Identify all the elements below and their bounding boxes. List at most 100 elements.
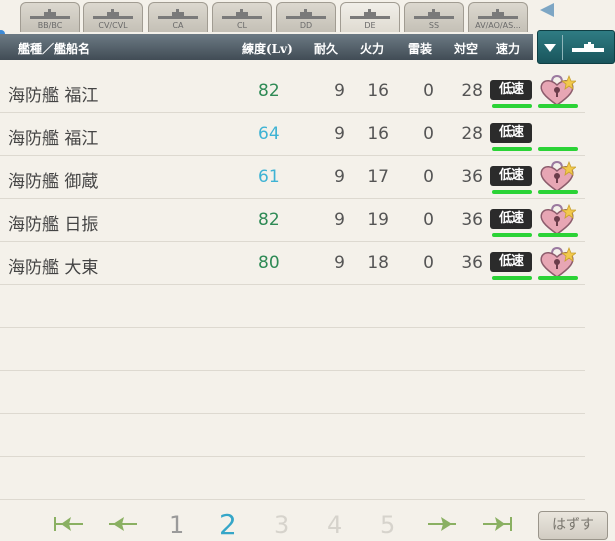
carrier-icon (93, 9, 133, 19)
heart-lock-icon[interactable] (538, 203, 578, 236)
status-bar (492, 147, 532, 151)
last-page-icon[interactable] (480, 513, 514, 535)
status-bar (492, 104, 532, 108)
status-bar (538, 104, 578, 108)
ship-firepower: 19 (367, 210, 389, 230)
tab-dd[interactable]: DD (276, 2, 336, 32)
ship-torpedo: 0 (423, 253, 434, 273)
ship-torpedo: 0 (423, 124, 434, 144)
tab-ss[interactable]: SS (404, 2, 464, 32)
light-cruiser-icon (222, 9, 262, 19)
header-name: 艦種／艦船名 (18, 42, 91, 56)
empty-row (0, 285, 585, 328)
tab-label: CV/CVL (98, 21, 128, 30)
speed-badge: 低速 (490, 166, 532, 186)
ship-type-tabs: BB/BC CV/CVL CA CL DD DE SS AV/AO/AS... (0, 0, 615, 34)
divider (562, 35, 563, 60)
ship-name: 海防艦 福江 (8, 129, 99, 149)
ship-hp: 9 (334, 210, 345, 230)
status-bar (538, 233, 578, 237)
ship-aa: 36 (461, 210, 483, 230)
status-bar (492, 190, 532, 194)
tab-label: CL (236, 21, 248, 30)
prev-page-icon[interactable] (106, 513, 140, 535)
status-bar (538, 276, 578, 280)
ship-firepower: 17 (367, 167, 389, 187)
page-1[interactable]: 1 (169, 511, 184, 539)
page-2-current[interactable]: 2 (219, 508, 237, 541)
tab-label: DD (299, 21, 313, 30)
chevron-down-icon (544, 44, 556, 52)
ship-aa: 28 (461, 124, 483, 144)
pagination: 1 2 3 4 5 (0, 508, 615, 541)
remove-button[interactable]: はずす (538, 511, 608, 540)
ship-aa: 36 (461, 253, 483, 273)
triangle-left-icon[interactable] (540, 3, 554, 17)
ship-hp: 9 (334, 124, 345, 144)
tab-label: SS (428, 21, 440, 30)
sort-filter-button[interactable] (537, 30, 615, 64)
header-speed[interactable]: 速力 (496, 40, 520, 57)
ship-level: 82 (258, 210, 280, 230)
status-bar (538, 147, 578, 151)
status-bar (492, 276, 532, 280)
header-hp[interactable]: 耐久 (314, 40, 338, 57)
battleship-icon (30, 9, 70, 19)
tab-bb-bc[interactable]: BB/BC (20, 2, 80, 32)
tab-label: BB/BC (37, 21, 63, 30)
ship-level: 61 (258, 167, 280, 187)
tab-label: CA (172, 21, 184, 30)
ship-row[interactable]: 海防艦 福江 64 9 16 0 28 低速 (0, 113, 585, 156)
tab-av-ao-as[interactable]: AV/AO/AS... (468, 2, 528, 32)
heart-lock-icon[interactable] (538, 246, 578, 279)
ship-list: 海防艦 福江 82 9 16 0 28 低速 海防艦 福江 64 9 16 0 28 低速 海防艦 御蔵 61… (0, 70, 585, 500)
empty-row (0, 328, 585, 371)
header-torpedo[interactable]: 雷装 (408, 40, 432, 57)
ship-aa: 28 (461, 81, 483, 101)
empty-row (0, 371, 585, 414)
ship-row[interactable]: 海防艦 福江 82 9 16 0 28 低速 (0, 70, 585, 113)
auxiliary-ship-icon (478, 9, 518, 19)
page-3[interactable]: 3 (274, 511, 289, 539)
tab-ca[interactable]: CA (148, 2, 208, 32)
heart-lock-icon[interactable] (538, 74, 578, 107)
tab-cl[interactable]: CL (212, 2, 272, 32)
ship-name: 海防艦 御蔵 (8, 172, 99, 192)
ship-torpedo: 0 (423, 167, 434, 187)
ship-level: 82 (258, 81, 280, 101)
ship-torpedo: 0 (423, 210, 434, 230)
ship-firepower: 16 (367, 81, 389, 101)
first-page-icon[interactable] (52, 513, 86, 535)
header-firepower[interactable]: 火力 (360, 40, 384, 57)
tab-label: AV/AO/AS... (475, 21, 521, 30)
tab-label: DE (364, 21, 376, 30)
ship-torpedo: 0 (423, 81, 434, 101)
page-5[interactable]: 5 (380, 511, 395, 539)
next-page-icon[interactable] (425, 513, 459, 535)
tab-de[interactable]: DE (340, 2, 400, 32)
empty-row (0, 414, 585, 457)
tab-cv-cvl[interactable]: CV/CVL (83, 2, 143, 32)
page-4[interactable]: 4 (327, 511, 342, 539)
speed-badge: 低速 (490, 123, 532, 143)
submarine-icon (414, 9, 454, 19)
ship-icon (572, 42, 604, 52)
ship-row[interactable]: 海防艦 日振 82 9 19 0 36 低速 (0, 199, 585, 242)
speed-badge: 低速 (490, 80, 532, 100)
ship-firepower: 18 (367, 253, 389, 273)
status-bar (538, 190, 578, 194)
ship-hp: 9 (334, 167, 345, 187)
escort-icon (350, 9, 390, 19)
ship-aa: 36 (461, 167, 483, 187)
ship-row[interactable]: 海防艦 御蔵 61 9 17 0 36 低速 (0, 156, 585, 199)
ship-hp: 9 (334, 253, 345, 273)
ship-row[interactable]: 海防艦 大東 80 9 18 0 36 低速 (0, 242, 585, 285)
ship-hp: 9 (334, 81, 345, 101)
heart-lock-icon[interactable] (538, 160, 578, 193)
header-level[interactable]: 練度(Lv) (242, 40, 293, 57)
header-aa[interactable]: 対空 (454, 40, 478, 57)
speed-badge: 低速 (490, 252, 532, 272)
ship-name: 海防艦 大東 (8, 258, 99, 278)
heavy-cruiser-icon (158, 9, 198, 19)
empty-row (0, 457, 585, 500)
